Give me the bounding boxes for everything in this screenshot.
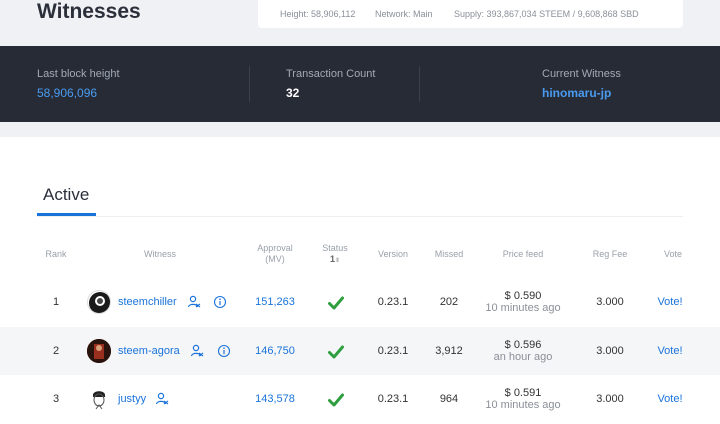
info-icon[interactable] <box>217 344 231 358</box>
missed-cell: 3,912 <box>435 345 463 357</box>
missed-cell: 202 <box>439 296 459 308</box>
header-status-line2: 1⇕ <box>315 254 355 267</box>
reg-fee-cell: 3.000 <box>596 296 624 308</box>
network-height: Height: 58,906,112 <box>280 9 356 19</box>
block-height-value[interactable]: 58,906,096 <box>37 86 97 100</box>
header-rank[interactable]: Rank <box>40 249 72 260</box>
status-check-icon <box>328 345 344 359</box>
rank-cell: 2 <box>52 345 60 357</box>
header-approval-line2: (MV) <box>265 254 285 264</box>
table-row: 1 steemchiller 151,263 0.23.1 202 $ 0.59… <box>0 278 720 326</box>
tab-divider <box>37 216 683 217</box>
header-approval-line1: Approval <box>257 243 293 253</box>
tab-active[interactable]: Active <box>43 185 89 205</box>
network-supply: Supply: 393,867,034 STEEM / 9,608,868 SB… <box>454 9 639 19</box>
missed-cell: 964 <box>439 393 459 405</box>
vote-button[interactable]: Vote! <box>650 345 690 357</box>
header-reg-fee[interactable]: Reg Fee <box>585 249 635 260</box>
network-info-bar: Height: 58,906,112 Network: Main Supply:… <box>258 0 683 28</box>
current-witness-link[interactable]: hinomaru-jp <box>542 86 611 100</box>
version-cell: 0.23.1 <box>377 393 409 405</box>
price-feed-cell: $ 0.596 an hour ago <box>478 339 568 363</box>
proxy-user-icon[interactable] <box>187 295 201 309</box>
vote-button[interactable]: Vote! <box>650 393 690 405</box>
chain-stats-bar: Last block height 58,906,096 Transaction… <box>0 46 720 122</box>
proxy-user-icon[interactable] <box>190 344 204 358</box>
witness-table-card: Active Rank Witness Approval (MV) Status… <box>0 137 720 424</box>
avatar-image <box>89 292 110 313</box>
proxy-user-icon[interactable] <box>155 392 169 406</box>
top-area: Witnesses Height: 58,906,112 Network: Ma… <box>0 0 720 46</box>
approval-cell[interactable]: 151,263 <box>245 296 305 308</box>
price-feed-cell: $ 0.591 10 minutes ago <box>478 387 568 411</box>
witness-name-link[interactable]: steemchiller <box>118 296 177 308</box>
price-age: an hour ago <box>493 351 553 363</box>
avatar-image <box>87 339 111 363</box>
reg-fee-cell: 3.000 <box>596 345 624 357</box>
block-height-label: Last block height <box>37 68 120 80</box>
version-cell: 0.23.1 <box>377 345 409 357</box>
page-title: Witnesses <box>37 0 141 23</box>
rank-cell: 1 <box>52 296 60 308</box>
status-check-icon <box>328 393 344 407</box>
price-value: $ 0.596 <box>504 339 542 351</box>
status-check-icon <box>328 296 344 310</box>
table-row: 3 justyy 143,578 0.23.1 964 $ 0.591 10 m… <box>0 375 720 423</box>
header-approval[interactable]: Approval (MV) <box>245 243 305 265</box>
info-icon[interactable] <box>213 295 227 309</box>
divider <box>249 66 250 102</box>
header-price-feed[interactable]: Price feed <box>478 249 568 260</box>
price-age: 10 minutes ago <box>485 399 561 411</box>
version-cell: 0.23.1 <box>377 296 409 308</box>
avatar[interactable] <box>87 339 111 363</box>
table-row: 2 steem-agora 146,750 0.23.1 3,912 $ 0.5… <box>0 327 720 375</box>
header-missed[interactable]: Missed <box>425 249 473 260</box>
witness-name-link[interactable]: justyy <box>118 393 146 405</box>
header-version[interactable]: Version <box>370 249 416 260</box>
price-value: $ 0.591 <box>504 387 542 399</box>
reg-fee-cell: 3.000 <box>596 393 624 405</box>
header-witness[interactable]: Witness <box>130 249 190 260</box>
rank-cell: 3 <box>52 393 60 405</box>
avatar[interactable] <box>87 290 111 314</box>
approval-cell[interactable]: 146,750 <box>245 345 305 357</box>
network-name: Network: Main <box>375 9 433 19</box>
tx-count-label: Transaction Count <box>286 68 376 80</box>
header-status[interactable]: Status 1⇕ <box>315 243 355 267</box>
sort-icon: ⇕ <box>334 258 341 264</box>
avatar[interactable] <box>87 387 111 411</box>
approval-cell[interactable]: 143,578 <box>245 393 305 405</box>
price-value: $ 0.590 <box>504 290 542 302</box>
header-vote: Vote <box>663 249 683 259</box>
price-age: 10 minutes ago <box>485 302 561 314</box>
current-witness-label: Current Witness <box>542 68 621 80</box>
avatar-image <box>87 387 111 411</box>
tx-count-value: 32 <box>286 86 300 100</box>
price-feed-cell: $ 0.590 10 minutes ago <box>478 290 568 314</box>
vote-button[interactable]: Vote! <box>650 296 690 308</box>
divider <box>419 66 420 102</box>
witness-name-link[interactable]: steem-agora <box>118 345 180 357</box>
header-status-line1: Status <box>322 243 348 253</box>
